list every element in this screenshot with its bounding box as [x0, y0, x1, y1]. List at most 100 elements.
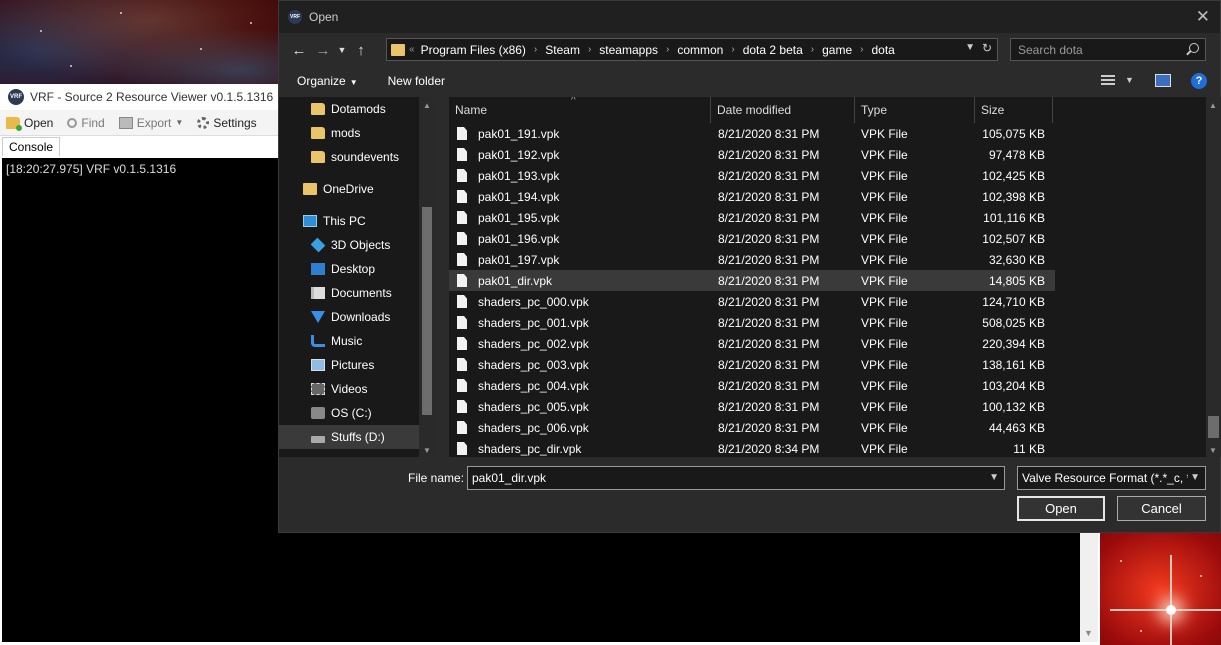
nav-item[interactable]: soundevents — [279, 145, 419, 169]
nav-item[interactable]: Videos — [279, 377, 419, 401]
refresh-icon[interactable]: ↻ — [982, 41, 992, 55]
nav-item[interactable]: Pictures — [279, 353, 419, 377]
chevron-down-icon: ▼ — [349, 78, 358, 87]
file-row[interactable]: shaders_pc_000.vpk 8/21/2020 8:31 PM VPK F… — [449, 291, 1055, 312]
organize-button[interactable]: Organize ▼ — [297, 74, 358, 88]
file-list[interactable]: ^ Name Date modified Type Size pak01_191… — [449, 97, 1206, 457]
nav-item[interactable]: Music — [279, 329, 419, 353]
file-row[interactable]: shaders_pc_dir.vpk 8/21/2020 8:34 PM VPK F… — [449, 438, 1055, 457]
nav-item[interactable]: This PC — [279, 209, 419, 233]
recent-locations-chevron-icon[interactable]: ▼ — [335, 45, 349, 55]
settings-label: Settings — [213, 115, 257, 130]
file-row[interactable]: shaders_pc_003.vpk 8/21/2020 8:31 PM VPK F… — [449, 354, 1055, 375]
breadcrumb-separator[interactable]: › — [731, 44, 734, 55]
file-icon — [457, 232, 467, 245]
file-row[interactable]: pak01_dir.vpk 8/21/2020 8:31 PM VPK File 14… — [449, 270, 1055, 291]
file-row[interactable]: pak01_194.vpk 8/21/2020 8:31 PM VPK File 10… — [449, 186, 1055, 207]
file-name-input[interactable]: pak01_dir.vpk ▼ — [467, 466, 1005, 490]
breadcrumb-steamapps[interactable]: steamapps — [599, 43, 658, 57]
nav-item[interactable]: mods — [279, 121, 419, 145]
column-header-date[interactable]: Date modified — [711, 97, 855, 123]
up-arrow-icon[interactable]: ↑ — [349, 42, 373, 59]
nav-item-label: mods — [331, 126, 361, 140]
forward-arrow-icon[interactable]: → — [311, 42, 335, 59]
file-row[interactable]: pak01_196.vpk 8/21/2020 8:31 PM VPK File 10… — [449, 228, 1055, 249]
dialog-titlebar[interactable]: VRF Open — [279, 1, 1220, 33]
back-arrow-icon[interactable]: ← — [287, 42, 311, 59]
address-dropdown-chevron-icon[interactable]: ▼ — [965, 42, 975, 53]
open-button[interactable]: Open — [6, 116, 53, 131]
navigation-scrollbar[interactable]: ▲ ▼ — [419, 97, 435, 457]
pictures-icon — [311, 359, 325, 371]
nav-item[interactable]: OneDrive — [279, 177, 419, 201]
nav-item[interactable]: Dotamods — [279, 97, 419, 121]
scroll-thumb[interactable] — [422, 207, 432, 415]
file-type-cell: VPK File — [861, 252, 908, 267]
scroll-thumb[interactable] — [1208, 416, 1219, 438]
file-name-cell: shaders_pc_005.vpk — [449, 400, 711, 414]
scroll-down-icon[interactable]: ▼ — [1084, 628, 1093, 638]
nav-item[interactable]: 3D Objects — [279, 233, 419, 257]
preview-pane-icon[interactable] — [1155, 74, 1171, 87]
breadcrumb-steam[interactable]: Steam — [545, 43, 580, 57]
scroll-up-icon[interactable]: ▲ — [423, 101, 431, 110]
nav-item[interactable]: Documents — [279, 281, 419, 305]
breadcrumb-separator[interactable]: › — [811, 44, 814, 55]
column-header-type[interactable]: Type — [855, 97, 975, 123]
file-type-cell: VPK File — [861, 441, 908, 456]
tab-console[interactable]: Console — [2, 137, 61, 156]
nav-item[interactable]: Downloads — [279, 305, 419, 329]
help-icon[interactable]: ? — [1191, 73, 1207, 89]
nav-item[interactable]: Stuffs (D:) — [279, 425, 419, 449]
cancel-button[interactable]: Cancel — [1117, 496, 1206, 521]
new-folder-button[interactable]: New folder — [388, 74, 445, 88]
breadcrumb-game[interactable]: game — [822, 43, 852, 57]
scroll-down-icon[interactable]: ▼ — [1209, 446, 1217, 455]
breadcrumb-separator[interactable]: › — [860, 44, 863, 55]
file-row[interactable]: shaders_pc_006.vpk 8/21/2020 8:31 PM VPK F… — [449, 417, 1055, 438]
file-row[interactable]: pak01_197.vpk 8/21/2020 8:31 PM VPK File 32… — [449, 249, 1055, 270]
column-header-name[interactable]: ^ Name — [449, 97, 711, 123]
view-details-icon[interactable] — [1101, 75, 1115, 86]
address-bar[interactable]: « Program Files (x86) › Steam › steamapp… — [386, 38, 998, 61]
scroll-down-icon[interactable]: ▼ — [423, 446, 431, 455]
nav-item-label: Stuffs (D:) — [331, 430, 385, 444]
breadcrumb-dota-2-beta[interactable]: dota 2 beta — [743, 43, 803, 57]
file-date-cell: 8/21/2020 8:31 PM — [718, 147, 820, 162]
breadcrumb-separator[interactable]: › — [666, 44, 669, 55]
navigation-pane[interactable]: Dotamods mods soundevents OneDrive This PC 3D… — [279, 97, 435, 457]
file-name-cell: pak01_195.vpk — [449, 211, 711, 225]
file-row[interactable]: shaders_pc_005.vpk 8/21/2020 8:31 PM VPK F… — [449, 396, 1055, 417]
settings-button[interactable]: Settings — [197, 115, 257, 130]
nav-item[interactable]: Desktop — [279, 257, 419, 281]
file-row[interactable]: pak01_191.vpk 8/21/2020 8:31 PM VPK File 10… — [449, 123, 1055, 144]
file-list-scrollbar[interactable]: ▲ ▼ — [1206, 97, 1221, 457]
search-input[interactable]: Search dota — [1010, 38, 1206, 61]
find-button[interactable]: Find — [67, 116, 105, 130]
breadcrumb-separator[interactable]: › — [534, 44, 537, 55]
breadcrumb-dota[interactable]: dota — [871, 43, 894, 57]
file-size-cell: 220,394 KB — [982, 336, 1045, 351]
open-dialog-button[interactable]: Open — [1017, 496, 1105, 521]
file-row[interactable]: shaders_pc_004.vpk 8/21/2020 8:31 PM VPK F… — [449, 375, 1055, 396]
view-options-chevron-icon[interactable]: ▼ — [1125, 75, 1134, 85]
export-button[interactable]: Export ▼ — [118, 116, 183, 130]
breadcrumb-program-files[interactable]: Program Files (x86) — [421, 43, 526, 57]
file-row[interactable]: shaders_pc_002.vpk 8/21/2020 8:31 PM VPK F… — [449, 333, 1055, 354]
chevron-down-icon[interactable]: ▼ — [1188, 472, 1200, 483]
file-row[interactable]: pak01_195.vpk 8/21/2020 8:31 PM VPK File 10… — [449, 207, 1055, 228]
scroll-up-icon[interactable]: ▲ — [1209, 101, 1217, 110]
file-row[interactable]: pak01_193.vpk 8/21/2020 8:31 PM VPK File 10… — [449, 165, 1055, 186]
file-type-select[interactable]: Valve Resource Format (*.*_c, *. ▼ — [1017, 466, 1206, 490]
nav-item[interactable]: OS (C:) — [279, 401, 419, 425]
file-row[interactable]: pak01_192.vpk 8/21/2020 8:31 PM VPK File 97… — [449, 144, 1055, 165]
file-row[interactable]: shaders_pc_001.vpk 8/21/2020 8:31 PM VPK F… — [449, 312, 1055, 333]
close-icon[interactable]: ✕ — [1196, 7, 1210, 27]
address-overflow[interactable]: « — [409, 44, 415, 55]
breadcrumb-separator[interactable]: › — [588, 44, 591, 55]
file-size-cell: 102,507 KB — [982, 231, 1045, 246]
chevron-down-icon[interactable]: ▼ — [989, 472, 999, 483]
nav-item-label: soundevents — [331, 150, 400, 164]
breadcrumb-common[interactable]: common — [677, 43, 723, 57]
column-header-size[interactable]: Size — [975, 97, 1053, 123]
